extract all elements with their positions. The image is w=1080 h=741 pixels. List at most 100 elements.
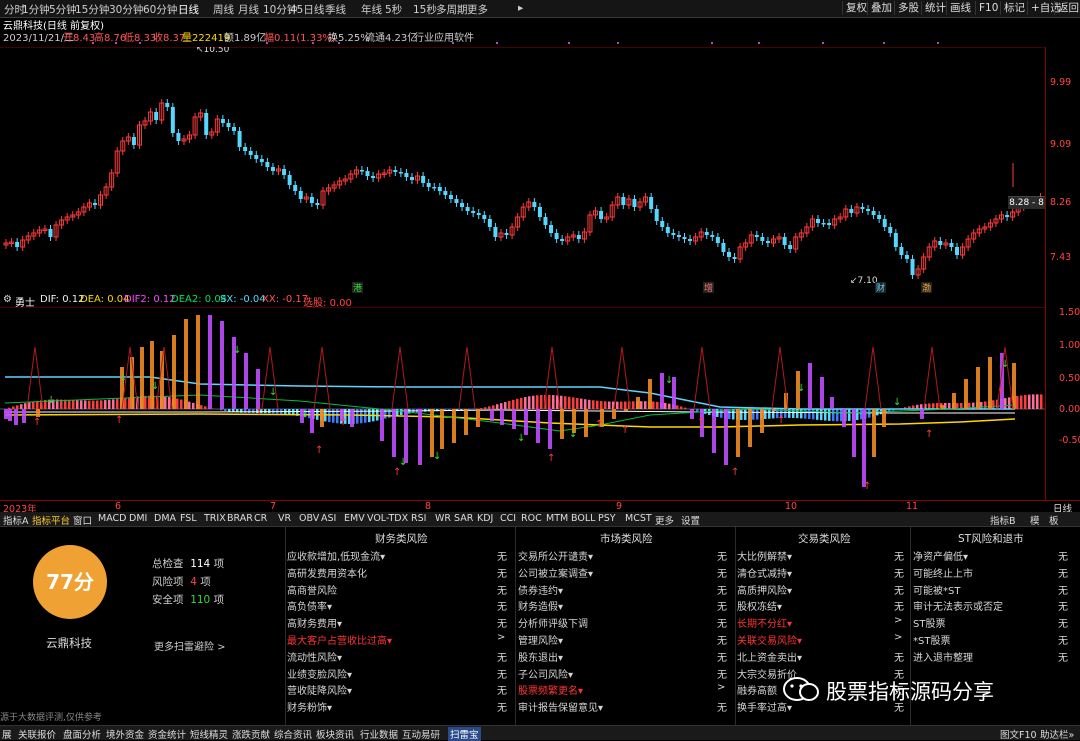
tab-right-0[interactable]: 指标B xyxy=(990,513,1016,527)
timeframe-12[interactable]: 年线 xyxy=(361,2,382,17)
toolbar-btn-0[interactable]: 复权 xyxy=(842,1,870,15)
indicator-tab-11[interactable]: OBV xyxy=(299,513,319,524)
risk-row[interactable]: 可能被*ST无 xyxy=(913,582,1073,598)
risk-row[interactable]: ST股票无 xyxy=(913,615,1073,631)
indicator-tab-6[interactable]: FSL xyxy=(180,513,197,524)
event-marker[interactable]: 增 xyxy=(704,282,713,294)
timeframe-3[interactable]: 15分钟 xyxy=(75,2,109,17)
toolbar-btn-4[interactable]: 画线 xyxy=(946,1,974,15)
indicator-tab-7[interactable]: TRIX xyxy=(204,513,226,524)
risk-row[interactable]: 关联交易风险▾> xyxy=(737,632,909,648)
candlestick-chart[interactable]: ↖10.50↙7.10港增财渤 xyxy=(0,47,1045,294)
indicator-chart[interactable]: ↑↑↑↑↑↑↑↑↑↑↑↑↑↑↑↑↓↓↓↓↓↓↓↓↓↓↓↓↓↓ xyxy=(0,307,1045,500)
risk-row[interactable]: 审计报告保留意见▾无 xyxy=(518,699,732,715)
timeframe-16[interactable]: 更多 xyxy=(467,2,488,17)
timeframe-10[interactable]: 45日线 xyxy=(290,2,324,17)
risk-row[interactable]: 财务造假▾无 xyxy=(518,598,732,614)
risk-row[interactable]: 可能终止上市无 xyxy=(913,565,1073,581)
timeframe-14[interactable]: 15秒 xyxy=(413,2,437,17)
stepped-block xyxy=(940,405,944,409)
indicator-tab-0[interactable]: 指标A xyxy=(3,513,29,527)
timeframe-5[interactable]: 60分钟 xyxy=(143,2,177,17)
histogram-bar xyxy=(228,409,231,412)
risk-row[interactable]: 股权冻结▾无 xyxy=(737,598,909,614)
risk-row[interactable]: 财务粉饰▾无 xyxy=(287,699,512,715)
event-marker[interactable]: 渤 xyxy=(922,282,931,294)
indicator-tab-14[interactable]: VOL-TDX xyxy=(367,513,408,524)
timeframe-13[interactable]: 5秒 xyxy=(385,2,402,17)
timeframe-2[interactable]: 5分钟 xyxy=(49,2,77,17)
risk-row[interactable]: 高财务费用▾无 xyxy=(287,615,512,631)
indicator-tab-26[interactable]: 设置 xyxy=(681,513,700,527)
indicator-tab-18[interactable]: KDJ xyxy=(477,513,493,524)
tab-right-2[interactable]: 板 xyxy=(1049,513,1059,527)
more-scan-link[interactable]: 更多扫雷避险 > xyxy=(154,638,226,653)
indicator-tab-21[interactable]: MTM xyxy=(546,513,568,524)
risk-row[interactable]: 公司被立案调查▾无 xyxy=(518,565,732,581)
toolbar-btn-2[interactable]: 多股 xyxy=(894,1,922,15)
indicator-tab-5[interactable]: DMA xyxy=(154,513,176,524)
risk-row[interactable]: 最大客户占营收比过高▾> xyxy=(287,632,512,648)
risk-row[interactable]: 应收款增加,低现金流▾无 xyxy=(287,548,512,564)
timeframe-7[interactable]: 周线 xyxy=(213,2,234,17)
risk-row[interactable]: 高质押风险▾无 xyxy=(737,582,909,598)
more-arrow-icon[interactable]: ▸ xyxy=(518,2,523,14)
toolbar-btn-1[interactable]: 叠加 xyxy=(867,1,895,15)
risk-row[interactable]: 进入退市整理无 xyxy=(913,649,1073,665)
indicator-tab-20[interactable]: ROC xyxy=(521,513,542,524)
indicator-tab-24[interactable]: MCST xyxy=(625,513,652,524)
indicator-tab-3[interactable]: MACD xyxy=(98,513,126,524)
timeframe-6[interactable]: 日线 xyxy=(178,2,199,17)
risk-row[interactable]: 高负债率▾无 xyxy=(287,598,512,614)
indicator-tab-4[interactable]: DMI xyxy=(129,513,147,524)
stepped-block xyxy=(772,409,776,411)
timeframe-1[interactable]: 1分钟 xyxy=(22,2,50,17)
indicator-tab-9[interactable]: CR xyxy=(254,513,267,524)
indicator-tab-12[interactable]: ASI xyxy=(321,513,336,524)
risk-row[interactable]: 股东退出▾无 xyxy=(518,649,732,665)
toolbar-btn-8[interactable]: 返回 xyxy=(1054,1,1080,15)
risk-row[interactable]: 净资产偏低▾无 xyxy=(913,548,1073,564)
indicator-tab-16[interactable]: WR xyxy=(435,513,451,524)
risk-row[interactable]: 流动性风险▾无 xyxy=(287,649,512,665)
indicator-tab-25[interactable]: 更多 xyxy=(655,513,674,527)
toolbar-btn-3[interactable]: 统计 xyxy=(921,1,949,15)
risk-row[interactable]: 管理风险▾无 xyxy=(518,632,732,648)
tab-right-1[interactable]: 模 xyxy=(1030,513,1040,527)
risk-row[interactable]: 分析师评级下调无 xyxy=(518,615,732,631)
risk-row[interactable]: 债券违约▾无 xyxy=(518,582,732,598)
risk-row[interactable]: 股票频繁更名▾> xyxy=(518,682,732,698)
toolbar-btn-5[interactable]: F10 xyxy=(975,1,1001,15)
indicator-tab-2[interactable]: 窗口 xyxy=(73,513,92,527)
risk-row[interactable]: *ST股票无 xyxy=(913,632,1073,648)
gear-icon[interactable]: ⚙ xyxy=(3,294,12,305)
risk-row[interactable]: 北上资金卖出▾无 xyxy=(737,649,909,665)
timeframe-8[interactable]: 月线 xyxy=(238,2,259,17)
timeframe-15[interactable]: 多周期 xyxy=(436,2,468,17)
indicator-tab-23[interactable]: PSY xyxy=(598,513,616,524)
timeframe-4[interactable]: 30分钟 xyxy=(109,2,143,17)
risk-row[interactable]: 交易所公开谴责▾无 xyxy=(518,548,732,564)
risk-row[interactable]: 长期不分红▾> xyxy=(737,615,909,631)
risk-row[interactable]: 高商誉风险无 xyxy=(287,582,512,598)
indicator-tab-10[interactable]: VR xyxy=(278,513,291,524)
indicator-tab-13[interactable]: EMV xyxy=(344,513,365,524)
toolbar-btn-6[interactable]: 标记 xyxy=(1000,1,1028,15)
risk-row[interactable]: 业绩变脸风险▾无 xyxy=(287,666,512,682)
indicator-tab-19[interactable]: CCI xyxy=(500,513,516,524)
risk-row[interactable]: 审计无法表示或否定无 xyxy=(913,598,1073,614)
indicator-tab-15[interactable]: RSI xyxy=(411,513,426,524)
risk-row[interactable]: 大比例解禁▾无 xyxy=(737,548,909,564)
indicator-tab-1[interactable]: 指标平台 xyxy=(32,513,70,527)
event-marker[interactable]: 财 xyxy=(876,282,885,294)
risk-row[interactable]: 清仓式减持▾无 xyxy=(737,565,909,581)
indicator-tab-8[interactable]: BRAR xyxy=(227,513,253,524)
risk-row[interactable]: 高研发费用资本化无 xyxy=(287,565,512,581)
indicator-tab-22[interactable]: BOLL xyxy=(571,513,595,524)
risk-row[interactable]: 子公司风险▾无 xyxy=(518,666,732,682)
buy-arrow-icon: ↑ xyxy=(315,445,323,456)
event-marker[interactable]: 港 xyxy=(353,282,362,294)
indicator-tab-17[interactable]: SAR xyxy=(454,513,473,524)
risk-row[interactable]: 营收陡降风险▾无 xyxy=(287,682,512,698)
timeframe-11[interactable]: 季线 xyxy=(325,2,346,17)
